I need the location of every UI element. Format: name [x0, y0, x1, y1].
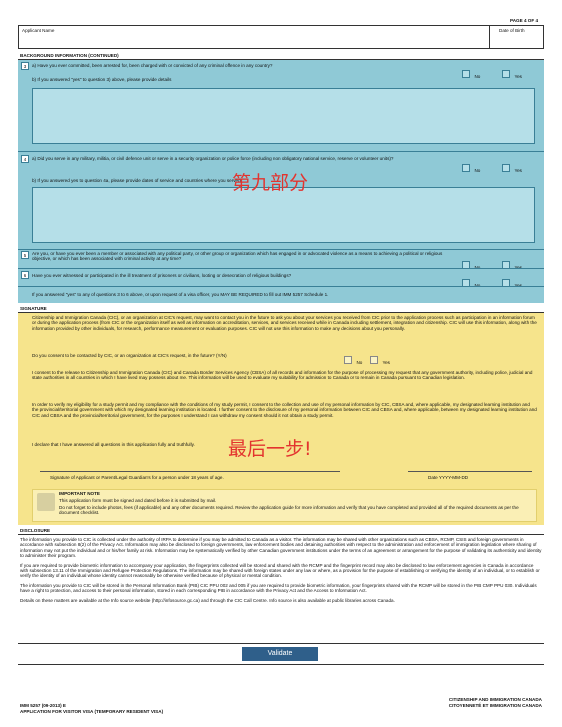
disclosure-p2: If you are required to provide biometric… — [20, 562, 540, 579]
page-number: PAGE 4 OF 4 — [510, 18, 538, 23]
applicant-name-label: Applicant Name — [22, 28, 55, 33]
date-line[interactable] — [408, 471, 532, 472]
study-permit-paragraph: In order to verify my eligibility for a … — [32, 402, 537, 418]
important-note-box: IMPORTANT NOTE This application form mus… — [32, 489, 537, 522]
validate-bar: Validate — [18, 643, 544, 665]
disclosure-body: The information you provide to CIC is co… — [20, 537, 542, 603]
dept-fr: CITOYENNETÉ ET IMMIGRATION CANADA — [448, 703, 542, 708]
yes-label: Yes — [514, 168, 522, 173]
background-section-title: BACKGROUND INFORMATION (CONTINUED) — [20, 53, 119, 58]
signature-panel: Citizenship and Immigration Canada (CIC)… — [18, 313, 544, 525]
question-number: 5 — [21, 251, 29, 259]
no-label: No — [474, 168, 481, 173]
important-title: IMPORTANT NOTE — [59, 491, 101, 496]
schedule-note: If you answered "yes" to any of question… — [32, 292, 329, 297]
disclosure-section-title: DISCLOSURE — [20, 528, 51, 533]
question-number: 6 — [21, 271, 29, 279]
disclosure-p3: The information you provide to CIC will … — [20, 582, 537, 594]
yes-label: Yes — [514, 74, 522, 79]
important-line-1: This application form must be signed and… — [59, 498, 217, 503]
contact-no[interactable]: No — [344, 351, 362, 369]
q4-no[interactable]: No — [462, 159, 480, 177]
header-divider — [489, 26, 490, 48]
q5-text: Are you, or have you ever been a member … — [32, 251, 443, 262]
divider — [18, 249, 544, 250]
q4-yes[interactable]: Yes — [502, 159, 522, 177]
dept-en: CITIZENSHIP AND IMMIGRATION CANADA — [448, 697, 542, 702]
checkbox-icon[interactable] — [370, 355, 378, 364]
disclosure-p4: Details on these matters are available a… — [20, 597, 395, 603]
q5-yes[interactable]: Yes — [502, 256, 522, 274]
yes-label: Yes — [382, 360, 390, 365]
declaration: I declare that I have answered all quest… — [32, 442, 195, 447]
q3-yes[interactable]: Yes — [502, 65, 522, 83]
overlay-part-nine: 第九部分 — [232, 172, 309, 194]
signature-label: Signature of Applicant or Parent/Legal G… — [50, 475, 224, 480]
signature-section-title: SIGNATURE — [20, 306, 47, 311]
q3-no[interactable]: No — [462, 65, 480, 83]
q4b-textarea[interactable] — [32, 187, 535, 243]
date-label: Date YYYY-MM-DD — [428, 475, 469, 480]
q4a-text: a) Did you serve in any military, militi… — [32, 156, 394, 161]
q6-text: Have you ever witnessed or participated … — [32, 273, 292, 278]
question-number: 3 — [21, 62, 29, 70]
contact-question: Do you consent to be contacted by CIC, o… — [32, 353, 227, 358]
q3b-text: b) If you answered "yes" to question 3) … — [32, 77, 172, 82]
dob-label: Date of Birth — [499, 28, 525, 33]
q6-yes[interactable]: Yes — [502, 274, 522, 292]
contact-paragraph: Citizenship and Immigration Canada (CIC)… — [32, 315, 537, 331]
important-line-2: Do not forget to include photos, fees (i… — [59, 505, 519, 516]
question-number: 4 — [21, 155, 29, 163]
warning-icon — [37, 493, 55, 511]
form-name: APPLICATION FOR VISITOR VISA (TEMPORARY … — [20, 709, 164, 714]
checkbox-icon[interactable] — [502, 163, 510, 172]
overlay-final-step: 最后一步! — [228, 438, 312, 460]
no-label: No — [356, 360, 363, 365]
applicant-header-box: Applicant Name Date of Birth — [18, 25, 544, 49]
q6-no[interactable]: No — [462, 274, 480, 292]
no-label: No — [474, 74, 481, 79]
checkbox-icon[interactable] — [462, 69, 470, 78]
disclosure-p1: The information you provide to CIC is co… — [20, 537, 542, 559]
divider — [18, 286, 544, 287]
checkbox-icon[interactable] — [462, 163, 470, 172]
divider — [18, 268, 544, 269]
q3b-textarea[interactable] — [32, 88, 535, 144]
q5-no[interactable]: No — [462, 256, 480, 274]
form-id: IMM 5257 (09-2013) E — [20, 703, 66, 708]
divider — [18, 534, 544, 535]
checkbox-icon[interactable] — [502, 69, 510, 78]
release-paragraph: I consent to the release to Citizenship … — [32, 370, 533, 381]
signature-line[interactable] — [40, 471, 340, 472]
validate-button[interactable]: Validate — [242, 647, 318, 661]
divider — [18, 151, 544, 152]
contact-yes[interactable]: Yes — [370, 351, 390, 369]
q3a-text: a) Have you ever committed, been arreste… — [32, 63, 273, 68]
checkbox-icon[interactable] — [344, 355, 352, 364]
